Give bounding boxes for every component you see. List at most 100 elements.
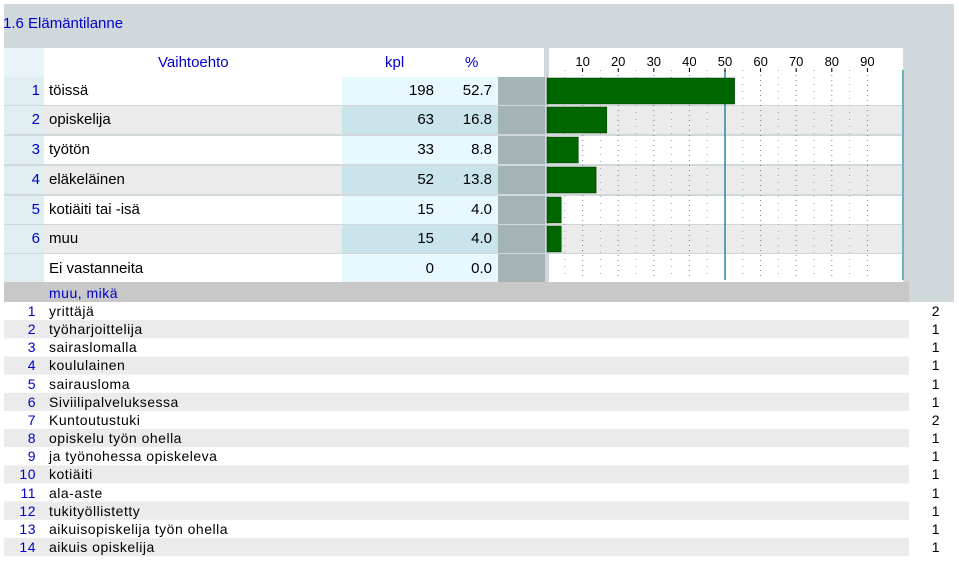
- row-spacer-cell: [498, 225, 545, 253]
- bar-2: [546, 106, 608, 134]
- row-percent: 52.7: [462, 82, 492, 99]
- row-spacer-cell: [498, 136, 545, 164]
- other-item-count: 1: [931, 538, 940, 555]
- bar-6: [546, 225, 562, 253]
- other-item-count: 1: [931, 484, 940, 501]
- x-tick-label: 20: [611, 54, 625, 69]
- no-answer-num-cell: [4, 254, 44, 282]
- row-number: 5: [31, 201, 40, 218]
- other-list-item: 9 ja työnohessa opiskeleva 1: [4, 447, 940, 465]
- row-percent: 13.8: [462, 171, 492, 188]
- header-num-cell: [4, 48, 44, 77]
- other-list-item: 14 aikuis opiskelija 1: [4, 538, 939, 556]
- x-tick-label: 70: [789, 54, 803, 69]
- other-list-item: 5 sairausloma 1: [4, 375, 940, 393]
- other-item-number: 14: [19, 538, 36, 555]
- row-spacer-cell: [498, 77, 545, 105]
- other-item-count: 1: [931, 466, 940, 483]
- x-tick-label: 40: [682, 54, 696, 69]
- other-item-number: 13: [19, 520, 36, 537]
- row-label-cell: [44, 225, 342, 253]
- other-item-number: 1: [27, 303, 36, 319]
- other-item-text: aikuis opiskelija: [49, 538, 155, 555]
- x-tick-label: 10: [575, 54, 589, 69]
- row-label-cell: [44, 77, 342, 105]
- other-item-text: sairaslomalla: [49, 339, 138, 356]
- row-spacer-cell: [498, 106, 545, 134]
- other-item-count: 2: [931, 411, 940, 428]
- other-item-number: 9: [27, 448, 36, 465]
- header-row-bg: [4, 48, 544, 77]
- no-answer-spacer-cell: [498, 254, 545, 282]
- other-list-item: 6 Siviilipalveluksessa 1: [4, 393, 940, 411]
- row-number: 3: [31, 141, 40, 158]
- other-item-count: 2: [931, 303, 940, 319]
- other-item-number: 3: [27, 339, 36, 356]
- other-item-number: 12: [19, 502, 36, 519]
- row-number: 6: [31, 230, 40, 247]
- row-number: 4: [31, 171, 40, 188]
- other-item-text: sairausloma: [49, 375, 130, 392]
- row-percent: 4.0: [471, 201, 492, 218]
- bar-4: [546, 166, 597, 194]
- other-item-text: työharjoittelija: [49, 321, 143, 338]
- x-tick-label: 50: [718, 54, 732, 69]
- other-item-count: 1: [931, 375, 940, 392]
- row-label: töissä: [49, 82, 89, 99]
- other-item-number: 7: [27, 411, 36, 428]
- other-item-text: kotiäiti: [49, 466, 93, 483]
- other-list-item: 10 kotiäiti 1: [4, 465, 939, 483]
- row-count: 33: [417, 141, 434, 158]
- other-item-count: 1: [931, 448, 940, 465]
- other-item-text: aikuisopiskelija työn ohella: [49, 520, 228, 537]
- other-item-text: Kuntoutustuki: [49, 411, 141, 428]
- row-spacer-cell: [498, 166, 545, 194]
- other-item-number: 4: [27, 357, 36, 374]
- column-header-percent: %: [465, 54, 479, 71]
- row-number: 1: [31, 82, 40, 99]
- no-answer-percent: 0.0: [471, 260, 492, 277]
- other-item-count: 1: [931, 520, 940, 537]
- other-list-item: 2 työharjoittelija 1: [4, 320, 940, 338]
- row-label: opiskelija: [49, 111, 111, 128]
- row-spacer-cell: [498, 196, 545, 224]
- column-header-option: Vaihtoehto: [158, 54, 229, 71]
- other-list-item: 3 sairaslomalla 1: [4, 338, 940, 356]
- other-item-count: 1: [931, 393, 940, 410]
- x-tick-label: 30: [647, 54, 661, 69]
- row-label: työtön: [49, 141, 90, 158]
- other-item-number: 8: [27, 430, 36, 447]
- row-number: 2: [31, 111, 40, 128]
- no-answer-label: Ei vastanneita: [49, 260, 144, 277]
- other-list-item: 8 opiskelu työn ohella 1: [4, 429, 940, 447]
- bar-5: [546, 196, 562, 224]
- other-item-text: opiskelu työn ohella: [49, 430, 182, 447]
- x-tick-label: 80: [825, 54, 839, 69]
- row-count: 63: [417, 111, 434, 128]
- x-tick-label: 90: [860, 54, 874, 69]
- other-header-band: [4, 282, 909, 302]
- row-label: muu: [49, 230, 79, 247]
- other-item-text: tukityöllistetty: [49, 502, 141, 519]
- x-tick-label: 60: [753, 54, 767, 69]
- other-list-item: 7 Kuntoutustuki 2: [4, 411, 940, 429]
- row-count: 15: [417, 201, 434, 218]
- row-percent: 4.0: [471, 230, 492, 247]
- other-list-item: 11 ala-aste 1: [4, 484, 939, 502]
- other-list-item: 12 tukityöllistetty 1: [4, 502, 939, 520]
- row-percent: 16.8: [462, 111, 492, 128]
- row-count: 198: [408, 82, 434, 99]
- other-item-text: Siviilipalveluksessa: [49, 393, 179, 410]
- row-label: eläkeläinen: [49, 171, 125, 188]
- row-count: 52: [417, 171, 434, 188]
- other-item-count: 1: [931, 339, 940, 356]
- other-item-number: 5: [27, 375, 36, 392]
- row-count: 15: [417, 230, 434, 247]
- other-list-item: 13 aikuisopiskelija työn ohella 1: [4, 520, 939, 538]
- other-list-item: 1 yrittäjä 2: [4, 302, 940, 320]
- other-item-number: 2: [27, 321, 36, 338]
- other-item-count: 1: [931, 357, 940, 374]
- other-item-text: ala-aste: [49, 484, 103, 501]
- other-item-number: 6: [27, 393, 36, 410]
- other-item-count: 1: [931, 321, 940, 338]
